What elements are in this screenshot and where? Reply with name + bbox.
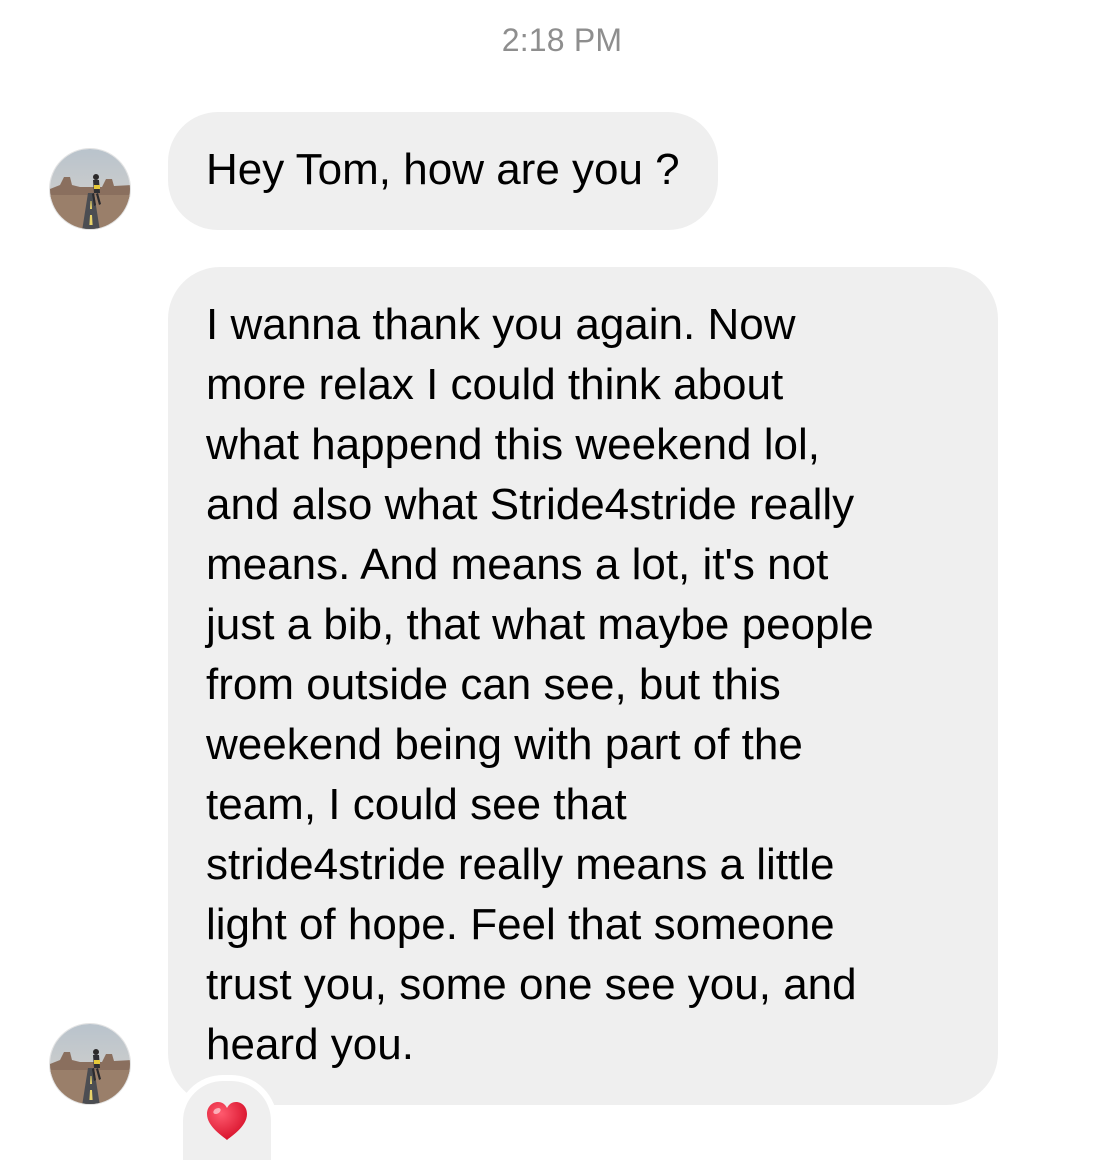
message-line: just a bib, that what maybe people [206,600,874,649]
message-line: stride4stride really means a little [206,840,835,889]
message-line: light of hope. Feel that someone [206,900,835,949]
sender-avatar[interactable] [49,1023,131,1105]
message-line: more relax I could think about [206,360,784,409]
message-text: Hey Tom, how are you ? [206,145,680,194]
sender-avatar[interactable] [49,148,131,230]
message-line: weekend being with part of the [206,720,803,769]
message-line: from outside can see, but this [206,660,781,709]
runner-photo-icon [50,1024,130,1104]
message-line: team, I could see that [206,780,627,829]
message-line: I wanna thank you again. Now [206,300,796,349]
message-line: trust you, some one see you, and [206,960,857,1009]
runner-photo-icon [50,149,130,229]
message-timestamp: 2:18 PM [501,22,623,58]
heart-icon [207,1101,247,1140]
message-line: means. And means a lot, it's not [206,540,829,589]
message-line: and also what Stride4stride really [206,480,855,529]
message-reaction[interactable] [183,1081,271,1160]
message-bubble[interactable]: Hey Tom, how are you ? [168,112,718,230]
message-bubble[interactable]: I wanna thank you again. Now more relax … [168,267,998,1105]
message-line: heard you. [206,1020,414,1069]
message-line: what happend this weekend lol, [206,420,820,469]
